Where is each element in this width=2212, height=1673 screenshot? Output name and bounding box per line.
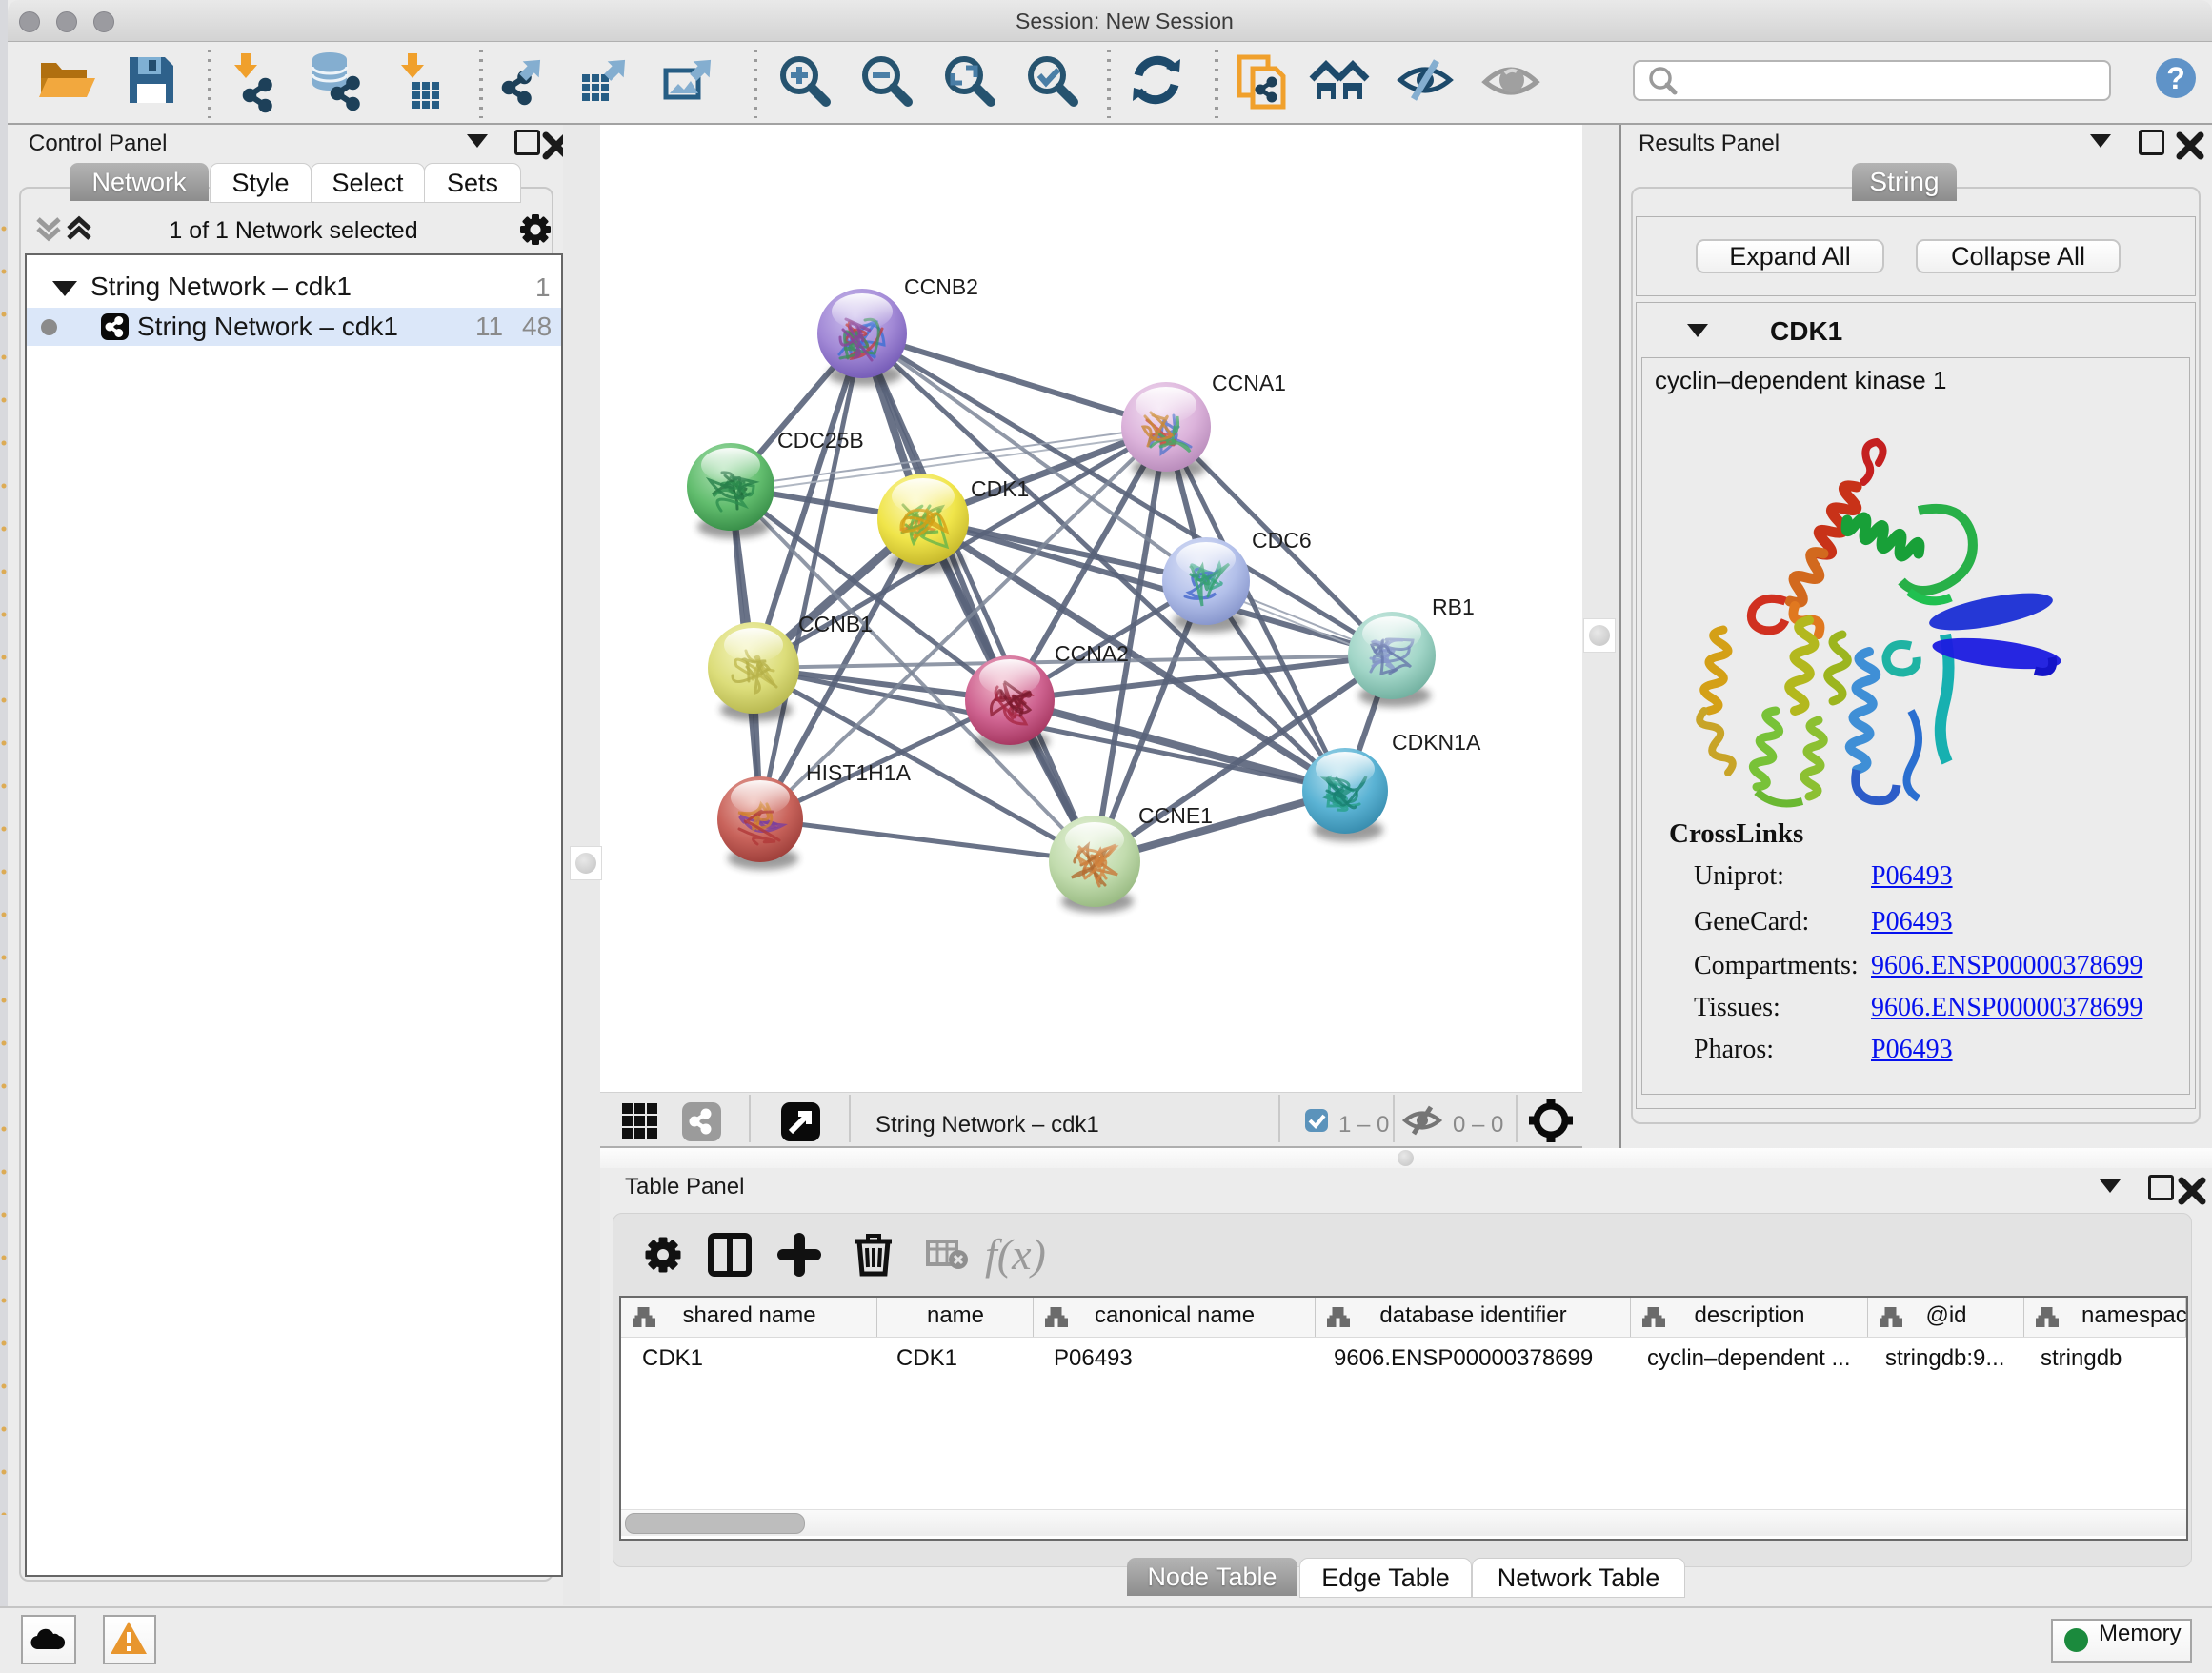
svg-text:CDC6: CDC6 <box>1252 528 1312 553</box>
svg-text:f(x): f(x) <box>985 1230 1046 1279</box>
svg-text:0 – 0: 0 – 0 <box>1453 1112 1503 1138</box>
svg-text:CDK1: CDK1 <box>971 476 1029 501</box>
svg-text:CCNB1: CCNB1 <box>798 612 873 636</box>
svg-text:?: ? <box>2166 61 2185 95</box>
svg-text:CCNA2: CCNA2 <box>1055 641 1129 666</box>
svg-text:CDKN1A: CDKN1A <box>1392 730 1481 755</box>
svg-text:1 – 0: 1 – 0 <box>1338 1112 1389 1138</box>
svg-text:CCNA1: CCNA1 <box>1212 371 1286 395</box>
svg-text:1 of 1 Network selected: 1 of 1 Network selected <box>169 217 417 244</box>
svg-text:String Network – cdk1: String Network – cdk1 <box>875 1112 1099 1138</box>
svg-text:RB1: RB1 <box>1432 595 1475 619</box>
svg-text:CDC25B: CDC25B <box>777 428 864 453</box>
svg-text:HIST1H1A: HIST1H1A <box>806 760 912 785</box>
svg-text:CCNE1: CCNE1 <box>1138 803 1213 828</box>
svg-text:CCNB2: CCNB2 <box>904 274 978 299</box>
